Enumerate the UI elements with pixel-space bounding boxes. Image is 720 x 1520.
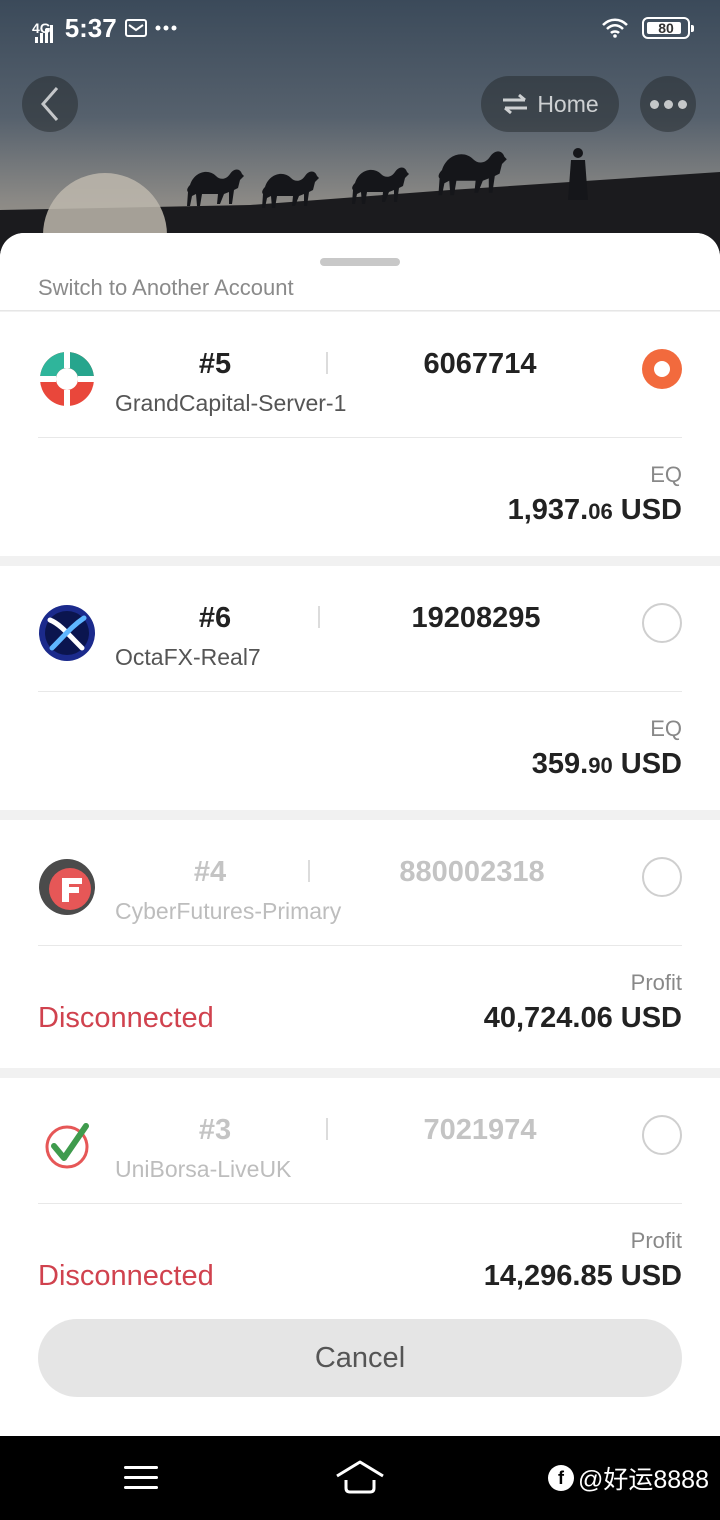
account-radio[interactable]	[642, 857, 682, 897]
account-number: #4	[193, 856, 227, 888]
battery-icon: 80	[642, 17, 694, 39]
switch-arrows-icon	[503, 93, 528, 115]
profit-value: 40,724.06 USD	[483, 1002, 682, 1034]
metric-label: Profit	[630, 970, 682, 995]
profit-value: 14,296.85 USD	[483, 1260, 682, 1292]
equity-value: 359.90 USD	[532, 748, 682, 781]
account-login: 6067714	[423, 348, 537, 380]
message-icon	[124, 19, 147, 37]
menu-icon[interactable]	[124, 1466, 158, 1490]
account-card[interactable]: #4 880002318 CyberFutures-Primary Profit…	[0, 820, 720, 1068]
divider	[38, 691, 682, 692]
equity-unit: USD	[612, 748, 682, 780]
account-radio[interactable]	[642, 603, 682, 643]
grandcapital-logo-icon	[40, 352, 94, 406]
equity-decimals: 90	[588, 753, 613, 778]
equity-decimals: 06	[588, 499, 613, 524]
metric-label: Profit	[630, 1228, 682, 1253]
divider	[308, 860, 310, 882]
account-login: 880002318	[399, 856, 545, 888]
equity-unit: USD	[612, 494, 682, 526]
more-dot-icon	[677, 99, 687, 109]
home-label: Home	[537, 90, 599, 117]
clock: 5:37	[64, 12, 117, 43]
signal-icon: 4G	[32, 13, 57, 43]
home-button[interactable]: Home	[481, 76, 619, 132]
watermark: f @好运8888	[548, 1460, 709, 1496]
account-login: 7021974	[423, 1114, 537, 1146]
account-server: GrandCapital-Server-1	[115, 390, 347, 416]
chevron-left-icon	[41, 87, 59, 121]
more-notifications-icon	[155, 25, 177, 31]
divider	[38, 945, 682, 946]
account-card[interactable]: #6 19208295 OctaFX-Real7 EQ 359.90 USD	[0, 566, 720, 810]
connection-status: Disconnected	[38, 1260, 214, 1292]
account-card[interactable]: #5 6067714 GrandCapital-Server-1 EQ 1,93…	[0, 312, 720, 556]
divider	[326, 1118, 328, 1140]
drag-handle[interactable]	[320, 258, 400, 266]
watermark-text: @好运8888	[578, 1466, 709, 1494]
equity-value: 1,937.06 USD	[508, 494, 682, 527]
more-dot-icon	[649, 99, 659, 109]
divider	[38, 437, 682, 438]
network-type: 4G	[32, 20, 51, 36]
cyberfutures-logo-icon	[39, 859, 95, 915]
system-nav-bar: f @好运8888	[0, 1436, 720, 1520]
account-radio-selected[interactable]	[642, 349, 682, 389]
divider	[318, 606, 320, 628]
status-bar: 4G 5:37 80	[0, 0, 720, 56]
cancel-button[interactable]: Cancel	[38, 1319, 682, 1397]
metric-label: EQ	[650, 716, 682, 741]
account-number: #6	[198, 602, 232, 634]
more-dot-icon	[663, 99, 673, 109]
battery-level: 80	[658, 20, 674, 36]
wifi-icon	[602, 18, 628, 38]
equity-int: 359.	[531, 748, 589, 780]
sheet-title: Switch to Another Account	[38, 275, 294, 300]
account-server: CyberFutures-Primary	[115, 898, 342, 924]
account-radio[interactable]	[642, 1115, 682, 1155]
back-button[interactable]	[22, 76, 78, 132]
account-server: OctaFX-Real7	[115, 644, 261, 670]
account-server: UniBorsa-LiveUK	[115, 1156, 292, 1182]
account-number: #3	[198, 1114, 232, 1146]
equity-int: 1,937.	[507, 494, 589, 526]
switch-account-sheet: Switch to Another Account #5 6067714 Gra…	[0, 233, 720, 1436]
divider	[326, 352, 328, 374]
divider	[38, 1203, 682, 1204]
account-login: 19208295	[411, 602, 541, 634]
uniborsa-logo-icon	[45, 1123, 89, 1169]
octafx-logo-icon	[39, 605, 95, 661]
metric-label: EQ	[650, 462, 682, 487]
connection-status: Disconnected	[38, 1002, 214, 1034]
watermark-logo-icon: f	[548, 1465, 574, 1491]
account-number: #5	[198, 348, 232, 380]
home-nav-icon[interactable]	[334, 1458, 386, 1496]
sheet-header: Switch to Another Account	[0, 233, 720, 311]
more-options-button[interactable]	[640, 76, 696, 132]
